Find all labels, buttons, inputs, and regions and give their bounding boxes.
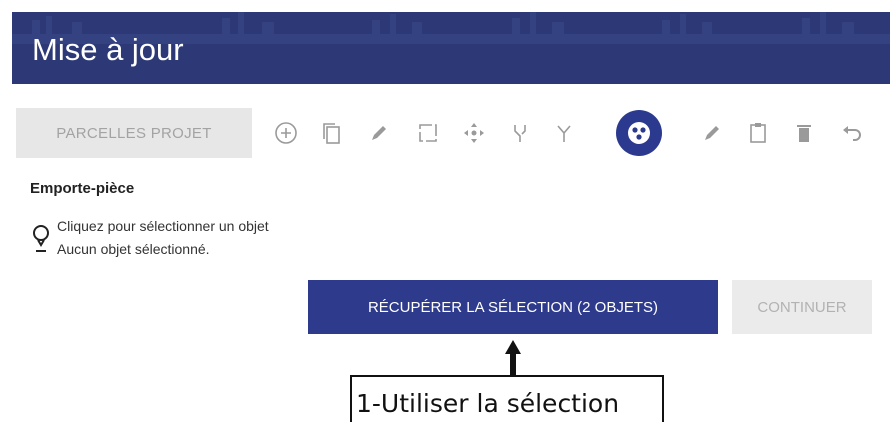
hint-text: Cliquez pour sélectionner un objet: [57, 218, 269, 234]
toolbar: PARCELLES PROJET: [16, 108, 890, 160]
trash-icon[interactable]: [784, 113, 824, 153]
add-circle-icon[interactable]: [266, 113, 306, 153]
move-icon[interactable]: [454, 113, 494, 153]
layer-button[interactable]: PARCELLES PROJET: [16, 108, 252, 158]
cookie-cutter-icon[interactable]: [616, 110, 662, 156]
recover-selection-button[interactable]: RÉCUPÉRER LA SÉLECTION (2 OBJETS): [308, 280, 718, 334]
page-title: Mise à jour: [32, 32, 184, 67]
copy-icon[interactable]: [312, 113, 352, 153]
merge-icon[interactable]: [500, 113, 540, 153]
continue-button[interactable]: CONTINUER: [732, 280, 872, 334]
lightbulb-icon: [33, 225, 49, 252]
selection-status: Aucun objet sélectionné.: [57, 241, 210, 257]
split-icon[interactable]: [544, 113, 584, 153]
tool-title: Emporte-pièce: [30, 180, 135, 197]
header-bar: Mise à jour: [12, 12, 890, 84]
crop-icon[interactable]: [408, 113, 448, 153]
edit-pencil-icon[interactable]: [692, 113, 732, 153]
clipboard-icon[interactable]: [738, 113, 778, 153]
annotation-callout: 1-Utiliser la sélection: [350, 375, 664, 422]
pencil-icon[interactable]: [359, 113, 399, 153]
undo-icon[interactable]: [832, 113, 872, 153]
